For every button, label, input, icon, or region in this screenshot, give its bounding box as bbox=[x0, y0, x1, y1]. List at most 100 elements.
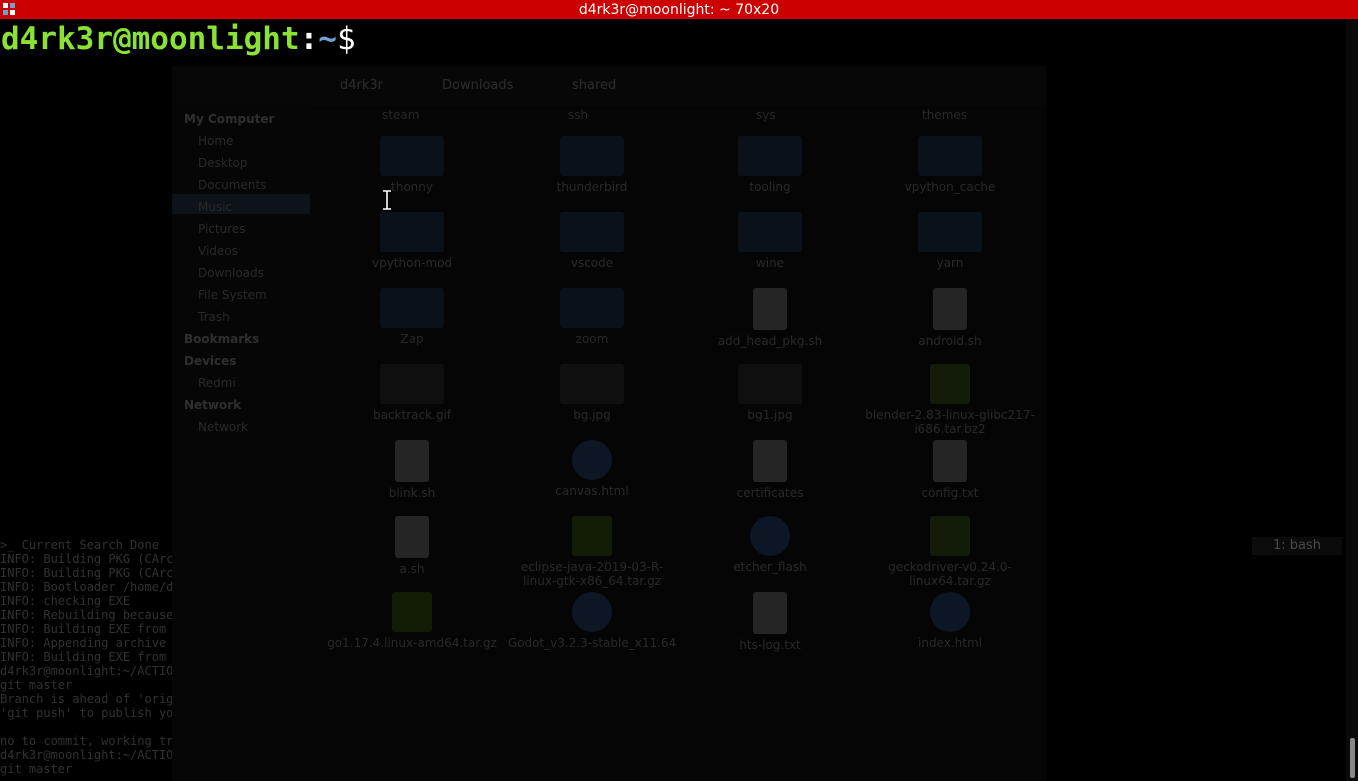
fm-file-item: canvas.html bbox=[507, 440, 677, 498]
document-icon bbox=[933, 288, 967, 330]
fm-file-label: eclipse-java-2019-03-R-linux-gtk-x86_64.… bbox=[520, 560, 664, 588]
folder-icon bbox=[918, 212, 982, 252]
fm-file-item: blender-2.83-linux-glibc217-i686.tar.bz2 bbox=[865, 364, 1035, 436]
web-file-icon bbox=[572, 440, 612, 480]
tmux-line: no to commit, working tree bbox=[0, 734, 172, 748]
tmux-line: Branch is ahead of 'origin bbox=[0, 692, 172, 706]
fm-file-label: geckodriver-v0.24.0-linux64.tar.gz bbox=[888, 560, 1012, 588]
fm-col-head: themes bbox=[922, 108, 968, 122]
folder-icon bbox=[380, 288, 444, 328]
fm-file-label: config.txt bbox=[921, 486, 979, 500]
fm-file-label: bg.jpg bbox=[573, 408, 611, 422]
fm-file-label: thunderbird bbox=[556, 180, 628, 194]
fm-file-item: backtrack.gif bbox=[327, 364, 497, 422]
folder-icon bbox=[738, 212, 802, 252]
fm-file-item: bg1.jpg bbox=[685, 364, 855, 422]
fm-file-item: config.txt bbox=[865, 440, 1035, 500]
fm-file-label: thonny bbox=[391, 180, 433, 194]
fm-file-label: Godot_v3.2.3-stable_x11.64 bbox=[507, 636, 677, 650]
document-icon bbox=[753, 592, 787, 634]
fm-file-item: go1.17.4.linux-amd64.tar.gz bbox=[327, 592, 497, 650]
fm-item-music: Music bbox=[198, 200, 233, 214]
terminal-scrollbar-thumb[interactable] bbox=[1350, 738, 1355, 778]
fm-file-grid: steam ssh sys themes thonny thunderbird to… bbox=[312, 106, 1046, 781]
prompt-path: ~ bbox=[318, 21, 337, 57]
fm-file-item: thunderbird bbox=[507, 136, 677, 194]
document-icon bbox=[395, 516, 429, 558]
fm-file-item: Zap bbox=[327, 288, 497, 346]
fm-file-label: blender-2.83-linux-glibc217-i686.tar.bz2 bbox=[865, 408, 1035, 436]
terminal-scrollbar[interactable] bbox=[1346, 19, 1358, 781]
window-title: d4rk3r@moonlight: ~ 70x20 bbox=[578, 2, 780, 18]
archive-icon bbox=[930, 364, 970, 404]
fm-file-item: yarn bbox=[865, 212, 1035, 270]
archive-icon bbox=[930, 516, 970, 556]
tmux-lines: INFO: Building PKG (CArchive) INFO: Build… bbox=[0, 552, 172, 776]
fm-file-label: tooling bbox=[749, 180, 791, 194]
folder-icon bbox=[560, 136, 624, 176]
fm-file-label: a.sh bbox=[399, 562, 425, 576]
fm-file-label: android.sh bbox=[918, 334, 982, 348]
document-icon bbox=[395, 440, 429, 482]
fm-file-label: add_head_pkg.sh bbox=[717, 334, 823, 348]
fm-file-item: vpython_cache bbox=[865, 136, 1035, 194]
web-file-icon bbox=[572, 592, 612, 632]
document-icon bbox=[753, 440, 787, 482]
tmux-line: INFO: Building PKG (CArchive) bbox=[0, 552, 172, 566]
fm-crumb-downloads: Downloads bbox=[442, 78, 514, 93]
fm-sidebar: My Computer Home Desktop Documents Music… bbox=[172, 106, 312, 781]
archive-icon bbox=[572, 516, 612, 556]
fm-file-label: bg1.jpg bbox=[747, 408, 793, 422]
fm-file-item: geckodriver-v0.24.0-linux64.tar.gz bbox=[865, 516, 1035, 588]
fm-file-item: android.sh bbox=[865, 288, 1035, 348]
fm-file-item: eclipse-java-2019-03-R-linux-gtk-x86_64.… bbox=[507, 516, 677, 588]
fm-crumb-shared: shared bbox=[572, 78, 617, 93]
tmux-line: d4rk3r@moonlight:~/ACTIO bbox=[0, 748, 172, 762]
folder-icon bbox=[380, 212, 444, 252]
shell-prompt[interactable]: d4rk3r@moonlight:~$ bbox=[1, 20, 356, 58]
fm-item-network: Network bbox=[198, 420, 249, 434]
tmux-status: >_ Current Search Done bbox=[0, 538, 159, 552]
document-icon bbox=[933, 440, 967, 482]
fm-sidebar-selection bbox=[172, 194, 310, 214]
fm-file-label: etcher_flash bbox=[733, 560, 807, 574]
prompt-separator: : bbox=[299, 21, 319, 57]
fm-file-item: index.html bbox=[865, 592, 1035, 650]
fm-file-label: blink.sh bbox=[388, 486, 436, 500]
tmux-line: git master bbox=[0, 678, 73, 692]
fm-crumb-home: d4rk3r bbox=[340, 78, 384, 93]
tmux-line: d4rk3r@moonlight:~/ACTIO bbox=[0, 664, 172, 678]
fm-file-item: etcher_flash bbox=[685, 516, 855, 574]
fm-col-head: steam bbox=[382, 108, 420, 122]
fm-file-item: certificates bbox=[685, 440, 855, 500]
fm-file-item: tooling bbox=[685, 136, 855, 194]
image-file-icon bbox=[380, 364, 444, 404]
fm-section-network: Network bbox=[184, 398, 242, 412]
fm-file-label: Zap bbox=[400, 332, 424, 346]
folder-icon bbox=[560, 288, 624, 328]
fm-item-videos: Videos bbox=[198, 244, 238, 258]
folder-icon bbox=[560, 212, 624, 252]
tmux-line: 'git push' to publish yo bbox=[0, 706, 172, 720]
tmux-line: INFO: Building EXE from E bbox=[0, 650, 172, 664]
fm-file-label: wine bbox=[755, 256, 785, 270]
fm-file-item: vpython-mod bbox=[327, 212, 497, 270]
fm-file-item: a.sh bbox=[327, 516, 497, 576]
fm-section-mycomputer: My Computer bbox=[184, 112, 275, 126]
fm-file-item: bg.jpg bbox=[507, 364, 677, 422]
fm-item-filesystem: File System bbox=[198, 288, 267, 302]
fm-item-downloads: Downloads bbox=[198, 266, 264, 280]
prompt-symbol: $ bbox=[336, 21, 356, 57]
folder-icon bbox=[738, 136, 802, 176]
background-file-manager: d4rk3r Downloads shared My Computer Home… bbox=[172, 42, 1046, 781]
window-titlebar[interactable]: d4rk3r@moonlight: ~ 70x20 bbox=[0, 0, 1358, 19]
folder-icon bbox=[380, 136, 444, 176]
fm-file-item: blink.sh bbox=[327, 440, 497, 500]
fm-file-label: go1.17.4.linux-amd64.tar.gz bbox=[327, 636, 497, 650]
fm-item-pictures: Pictures bbox=[198, 222, 246, 236]
fm-toolbar: d4rk3r Downloads shared bbox=[172, 66, 1046, 106]
fm-file-label: backtrack.gif bbox=[372, 408, 452, 422]
fm-item-desktop: Desktop bbox=[198, 156, 248, 170]
ibeam-cursor-icon bbox=[383, 190, 391, 210]
fm-col-head: sys bbox=[756, 108, 776, 122]
